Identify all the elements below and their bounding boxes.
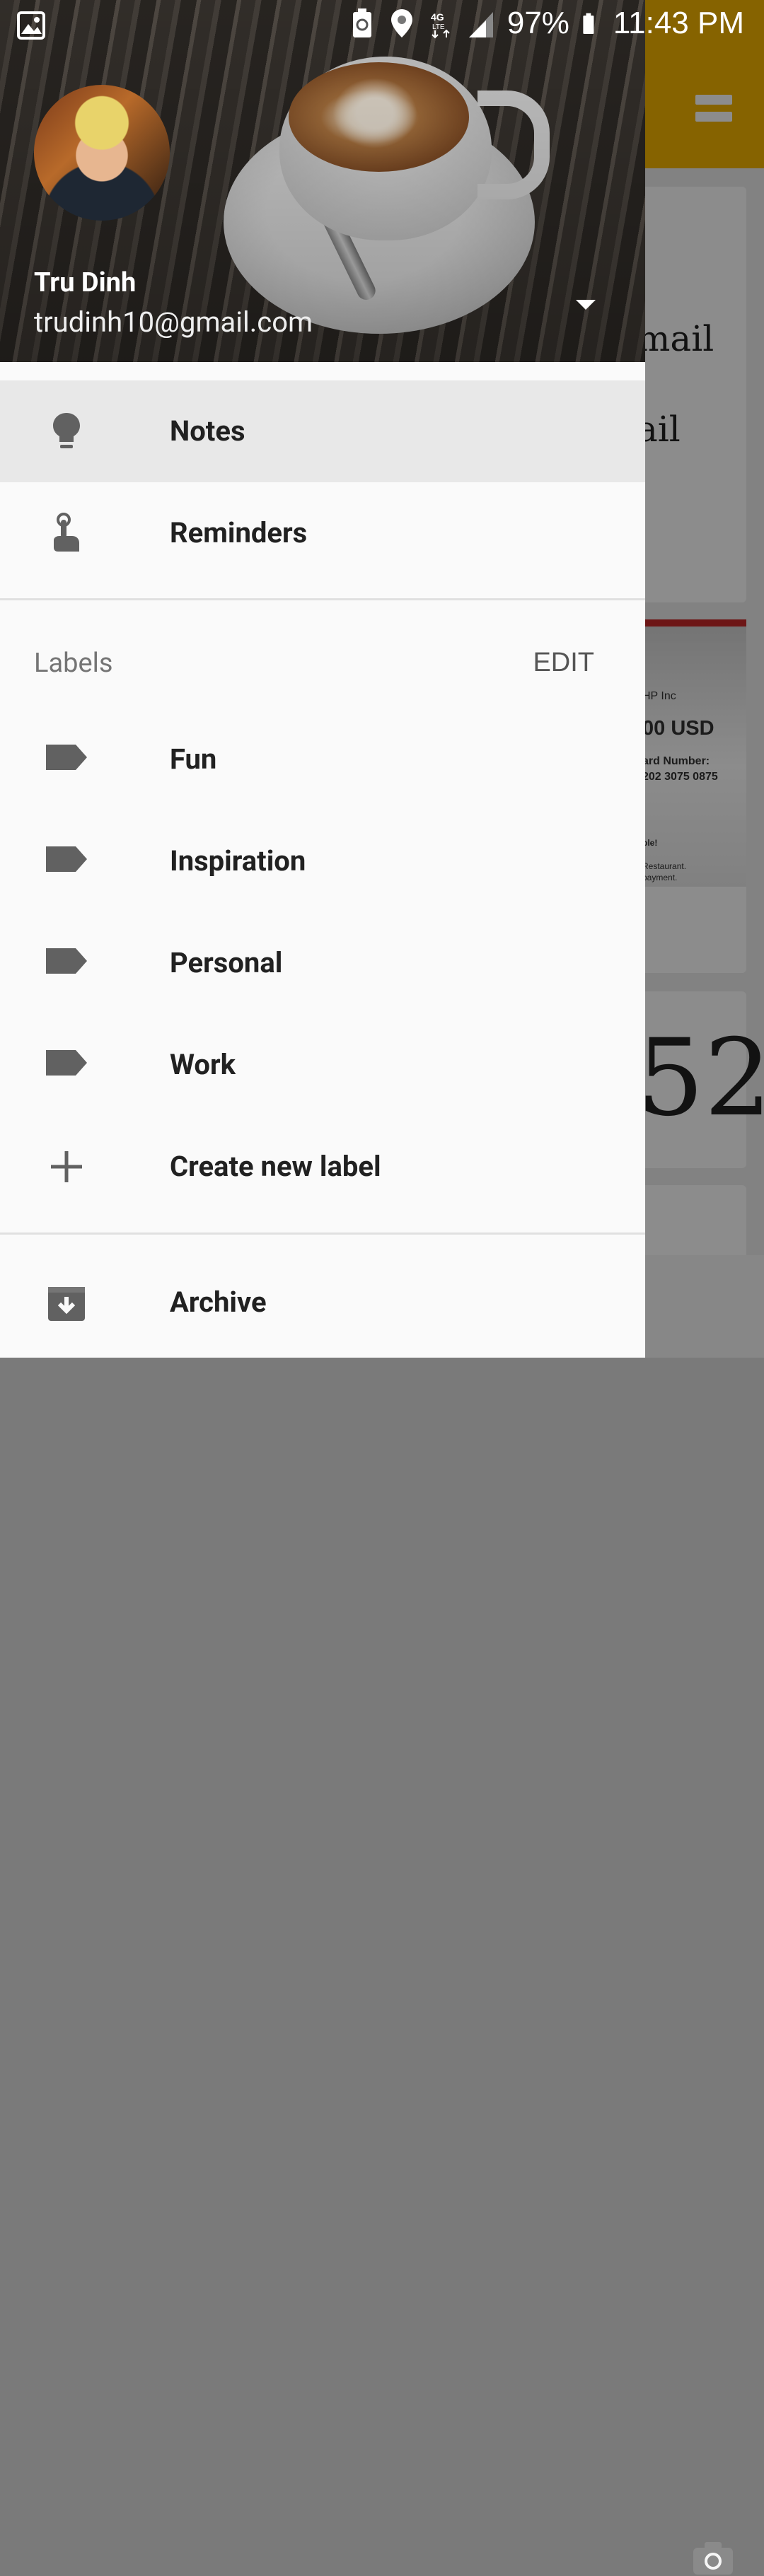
nav-item-archive[interactable]: Archive xyxy=(0,1252,645,1353)
camera-icon[interactable] xyxy=(692,2541,734,2576)
label-item-inspiration[interactable]: Inspiration xyxy=(0,810,645,912)
lte-icon: 4GLTE xyxy=(431,11,450,39)
label-tag-icon xyxy=(46,745,87,770)
account-header: Tru Dinh trudinh10@gmail.com xyxy=(0,0,645,362)
nav-item-reminders[interactable]: Reminders xyxy=(0,482,645,584)
divider xyxy=(0,598,645,600)
edit-labels-button[interactable]: EDIT xyxy=(533,648,594,678)
label-item-label: Work xyxy=(170,1048,236,1081)
archive-icon xyxy=(48,1287,85,1321)
label-tag-icon xyxy=(46,846,87,872)
labels-section-title: Labels xyxy=(34,648,113,679)
label-tag-icon xyxy=(46,1050,87,1076)
battery-saver-icon xyxy=(352,8,371,37)
create-label-text: Create new label xyxy=(170,1150,381,1183)
svg-text:LTE: LTE xyxy=(432,23,445,31)
svg-text:4G: 4G xyxy=(431,11,444,23)
divider xyxy=(0,1232,645,1235)
account-name: Tru Dinh xyxy=(34,267,137,298)
nav-item-notes[interactable]: Notes xyxy=(0,380,645,482)
nav-item-label: Notes xyxy=(170,414,245,448)
gallery-notification-icon xyxy=(17,11,45,40)
nav-item-label: Reminders xyxy=(170,516,308,549)
location-icon xyxy=(390,9,412,37)
signal-icon xyxy=(468,12,493,37)
label-tag-icon xyxy=(46,948,87,974)
label-item-label: Fun xyxy=(170,742,217,776)
label-item-personal[interactable]: Personal xyxy=(0,912,645,1014)
navigation-drawer: Tru Dinh trudinh10@gmail.com Notes Remin… xyxy=(0,0,645,1358)
create-new-label-button[interactable]: Create new label xyxy=(0,1116,645,1218)
label-item-fun[interactable]: Fun xyxy=(0,709,645,810)
avatar[interactable] xyxy=(34,85,170,221)
battery-icon xyxy=(583,13,594,35)
label-item-label: Personal xyxy=(170,946,283,979)
label-item-work[interactable]: Work xyxy=(0,1014,645,1116)
reminder-finger-icon xyxy=(54,513,79,552)
account-email: trudinh10@gmail.com xyxy=(34,305,313,339)
clock: 11:43 PM xyxy=(613,6,744,40)
status-bar: 4G LTE 97% 11:43 PM xyxy=(0,0,764,51)
account-switcher-dropdown-icon[interactable] xyxy=(576,300,596,310)
lightbulb-icon xyxy=(53,413,80,448)
nav-item-label: Archive xyxy=(170,1286,267,1319)
battery-percent: 97% xyxy=(507,6,569,40)
plus-icon xyxy=(51,1151,82,1182)
label-item-label: Inspiration xyxy=(170,844,306,878)
